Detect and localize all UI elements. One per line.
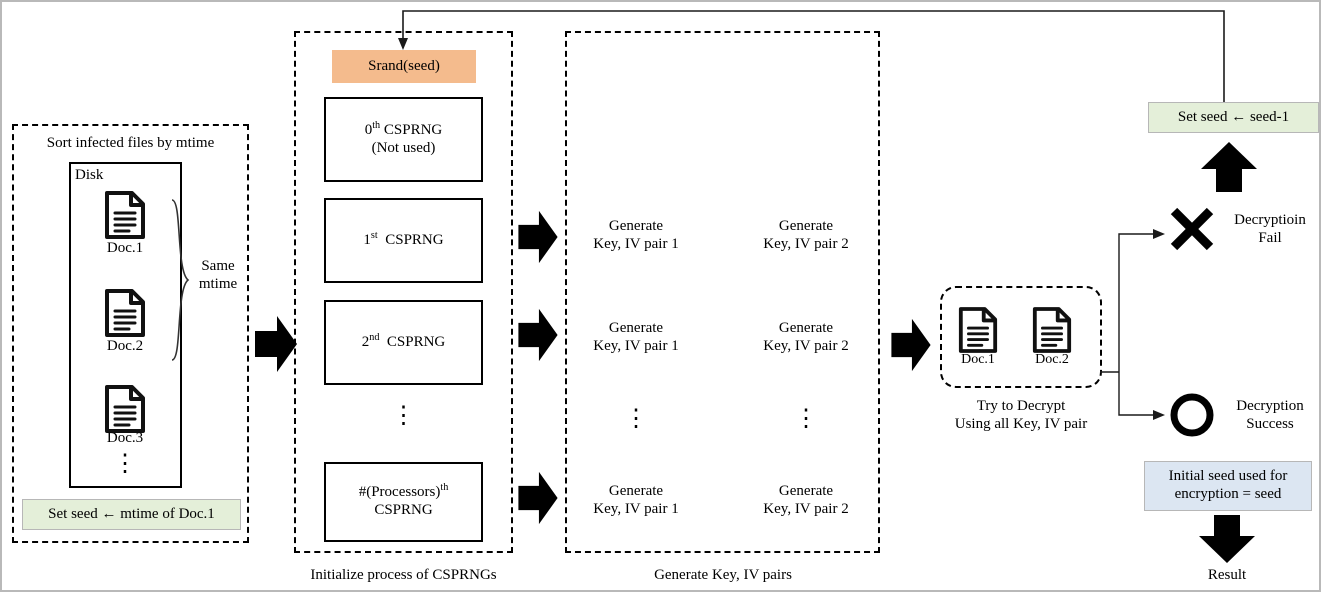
initial-seed-result-box: Initial seed used for encryption = seed: [1144, 461, 1312, 511]
cross-mark-icon: [1168, 205, 1216, 258]
doc-label-2: Doc.2: [106, 338, 144, 354]
keyiv-row2-left-line1: Generate: [608, 320, 664, 336]
same-mtime-line2: mtime: [198, 275, 238, 292]
srand-seed-box: Srand(seed): [332, 50, 476, 83]
disk-ellipsis: ⋮: [113, 451, 137, 477]
initial-seed-result-line1: Initial seed used for: [1168, 468, 1288, 485]
result-caption: Result: [1207, 567, 1247, 583]
keyiv-row2-right-line1: Generate: [778, 320, 834, 336]
keyiv-ellipsis-right: ⋮: [794, 406, 818, 432]
initial-seed-result-line2: encryption = seed: [1174, 486, 1282, 502]
arrow-sort-to-init: [255, 314, 297, 379]
keyiv-row2-left-line2: Key, IV pair 1: [593, 337, 679, 354]
csprng-sup-n: th: [440, 482, 449, 494]
keyiv-row3-left-line2: Key, IV pair 1: [593, 500, 679, 517]
doc-icon-2: [103, 287, 147, 344]
arrow-keys-to-decrypt: [890, 317, 932, 378]
doc-icon-1: [103, 189, 147, 246]
keyiv-row1-right-line2: Key, IV pair 2: [763, 235, 849, 252]
arrow-csprng2-to-keys: [517, 307, 559, 368]
same-mtime-label: Same mtime: [187, 258, 249, 293]
csprng-name-0: CSPRNG: [383, 121, 443, 138]
csprng-sup-1: st: [370, 229, 378, 241]
csprng-box-n: #(Processors)th CSPRNG: [324, 462, 483, 542]
arrow-fail-to-retry: [1200, 142, 1258, 192]
decryption-success-label: Decryption Success: [1218, 398, 1321, 433]
doc-label-3: Doc.3: [106, 430, 144, 446]
keyiv-row2-right: Generate Key, IV pair 2: [741, 320, 871, 355]
init-csprng-caption: Initialize process of CSPRNGs: [310, 567, 497, 583]
keyiv-row1-left: Generate Key, IV pair 1: [571, 218, 701, 253]
keyiv-row2-left: Generate Key, IV pair 1: [571, 320, 701, 355]
csprng-box-1: 1st CSPRNG: [324, 198, 483, 283]
decryption-fail-label: Decryptioin Fail: [1218, 212, 1321, 247]
disk-label: Disk: [75, 167, 104, 183]
decryption-success-line2: Success: [1246, 415, 1294, 432]
set-seed-mtime-box: Set seed ← mtime of Doc.1: [22, 499, 241, 530]
csprng-sup-2: nd: [369, 331, 380, 343]
keyiv-row3-right-line1: Generate: [778, 483, 834, 499]
try-decrypt-caption-line1: Try to Decrypt: [976, 398, 1066, 414]
csprng-ordinal-1: 1: [363, 231, 371, 248]
set-seed-retry-box: Set seed ← seed-1: [1148, 102, 1319, 133]
csprng-sup-0: th: [372, 119, 381, 131]
keyiv-row3-left-line1: Generate: [608, 483, 664, 499]
decrypt-doc-label-2: Doc.2: [1035, 352, 1069, 367]
arrow-csprng1-to-keys: [517, 209, 559, 270]
keyiv-row3-right: Generate Key, IV pair 2: [741, 483, 871, 518]
sort-files-caption: Sort infected files by mtime: [46, 135, 215, 151]
csprng-name-2: CSPRNG: [386, 333, 446, 350]
keyiv-row2-right-line2: Key, IV pair 2: [763, 337, 849, 354]
decryption-success-line1: Decryption: [1236, 398, 1304, 414]
csprng-name-n: CSPRNG: [374, 502, 433, 518]
stage-generate-keys-group: [565, 31, 880, 553]
try-decrypt-caption: Try to Decrypt Using all Key, IV pair: [932, 398, 1110, 433]
try-decrypt-caption-line2: Using all Key, IV pair: [954, 415, 1088, 432]
csprng-ordinal-n: #(Processors): [358, 484, 441, 501]
csprng-note-0: (Not used): [371, 139, 436, 156]
keyiv-row1-left-line1: Generate: [608, 218, 664, 234]
decrypt-doc-label-1: Doc.1: [961, 352, 995, 367]
arrow-result: [1199, 515, 1255, 563]
keyiv-row3-right-line2: Key, IV pair 2: [763, 500, 849, 517]
keyiv-ellipsis-left: ⋮: [624, 406, 648, 432]
keyiv-row3-left: Generate Key, IV pair 1: [571, 483, 701, 518]
csprng-box-2: 2nd CSPRNG: [324, 300, 483, 385]
keyiv-row1-right-line1: Generate: [778, 218, 834, 234]
diagram-canvas: Sort infected files by mtime Disk Doc.1: [0, 0, 1321, 592]
decryption-fail-line2: Fail: [1258, 229, 1282, 246]
doc-label-1: Doc.1: [106, 240, 144, 256]
csprng-name-1: CSPRNG: [385, 231, 444, 248]
csprng-box-0: 0th CSPRNG (Not used): [324, 97, 483, 182]
generate-keys-caption: Generate Key, IV pairs: [654, 567, 792, 583]
keyiv-row1-left-line2: Key, IV pair 1: [593, 235, 679, 252]
decryption-fail-line1: Decryptioin: [1234, 212, 1306, 228]
arrow-csprngn-to-keys: [517, 470, 559, 531]
same-mtime-line1: Same: [201, 258, 235, 274]
circle-mark-icon: [1169, 392, 1215, 443]
csprng-ellipsis: ⋮: [391, 403, 416, 429]
keyiv-row1-right: Generate Key, IV pair 2: [741, 218, 871, 253]
